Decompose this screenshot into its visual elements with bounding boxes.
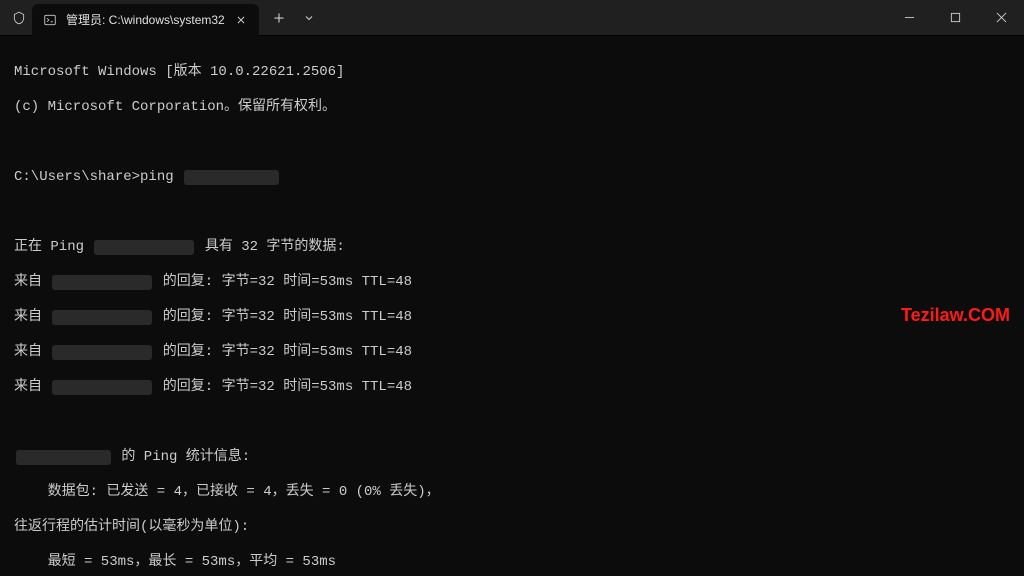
tab-dropdown-button[interactable] [295,2,323,34]
window-titlebar: 管理员: C:\windows\system32 [0,0,1024,36]
stats-rtt-label: 往返行程的估计时间(以毫秒为单位): [14,519,249,537]
tab-title: 管理员: C:\windows\system32 [66,11,225,28]
redacted-host [184,170,279,185]
terminal-output[interactable]: Microsoft Windows [版本 10.0.22621.2506] (… [0,36,1024,576]
redacted-host [94,240,194,255]
shield-icon [12,11,26,25]
os-version-line: Microsoft Windows [版本 10.0.22621.2506] [14,64,344,82]
redacted-ip [16,450,111,465]
tab-close-button[interactable] [233,12,249,28]
redacted-ip [52,380,152,395]
redacted-ip [52,310,152,325]
stats-header: 的 Ping 统计信息: [113,449,250,467]
copyright-line: (c) Microsoft Corporation。保留所有权利。 [14,99,336,117]
stats-packets: 数据包: 已发送 = 4，已接收 = 4，丢失 = 0 (0% 丢失)， [14,484,440,502]
reply-post: 的回复: 字节=32 时间=53ms TTL=48 [154,309,412,327]
reply-pre: 来自 [14,309,50,327]
reply-pre: 来自 [14,344,50,362]
prompt-command: C:\Users\share>ping [14,169,182,187]
window-controls [886,0,1024,36]
ping-header-post: 具有 32 字节的数据: [196,239,344,257]
reply-pre: 来自 [14,274,50,292]
reply-post: 的回复: 字节=32 时间=53ms TTL=48 [154,344,412,362]
stats-rtt-values: 最短 = 53ms，最长 = 53ms，平均 = 53ms [14,554,336,572]
minimize-button[interactable] [886,0,932,36]
close-button[interactable] [978,0,1024,36]
tab-active[interactable]: 管理员: C:\windows\system32 [32,4,259,36]
redacted-ip [52,275,152,290]
new-tab-button[interactable] [263,2,295,34]
maximize-button[interactable] [932,0,978,36]
ping-header-pre: 正在 Ping [14,239,92,257]
terminal-icon [42,12,58,28]
redacted-ip [52,345,152,360]
reply-post: 的回复: 字节=32 时间=53ms TTL=48 [154,274,412,292]
reply-post: 的回复: 字节=32 时间=53ms TTL=48 [154,379,412,397]
reply-pre: 来自 [14,379,50,397]
watermark-text: Tezilaw.COM [901,304,1010,327]
